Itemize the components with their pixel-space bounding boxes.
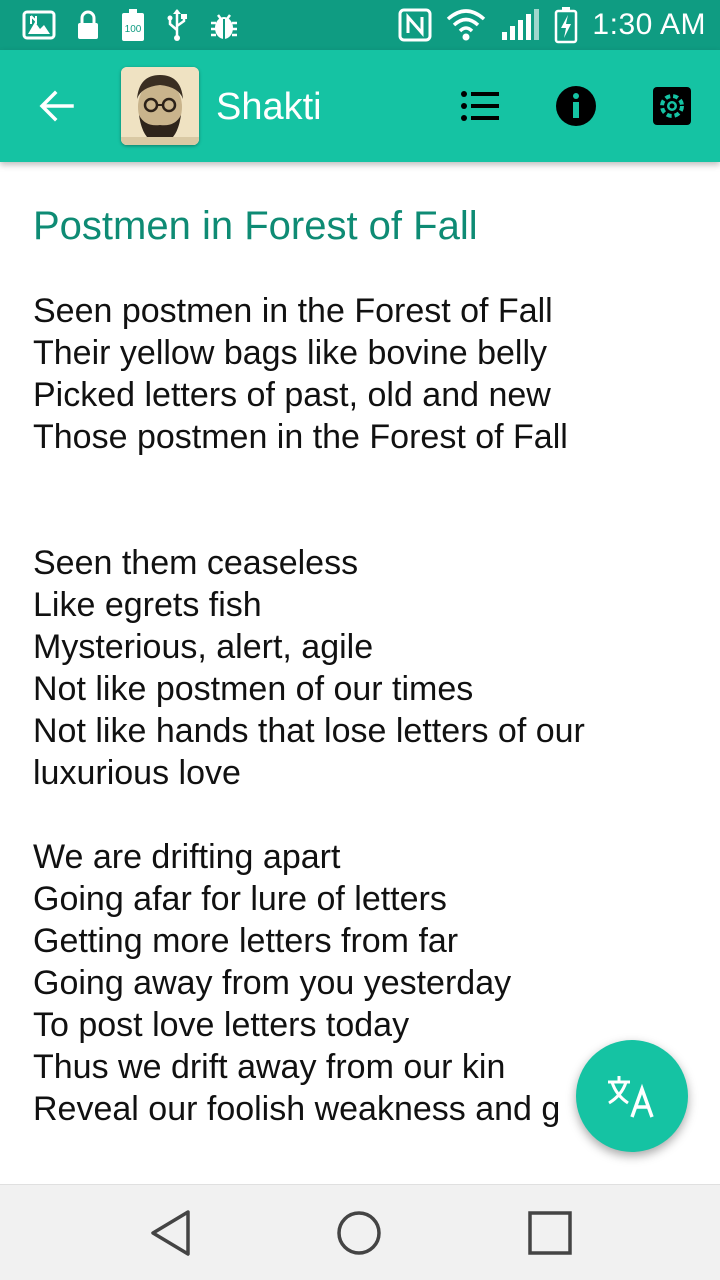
app-bar: Shakti [0,50,720,162]
stanza-2: Seen them ceaseless Like egrets fish Mys… [33,542,720,794]
system-nav-bar [0,1184,720,1280]
circle-home-icon [337,1211,381,1255]
poem-line: We are drifting apart [33,838,341,876]
app-title: Shakti [216,86,322,128]
lock-icon [76,9,100,41]
settings-button[interactable] [650,84,694,128]
poem-line: Picked letters of past, old and new [33,376,551,414]
settings-icon [653,87,691,125]
poem-line: luxurious love [33,754,241,792]
avatar [121,67,199,145]
back-button[interactable] [34,84,78,128]
info-button[interactable] [554,84,598,128]
battery-charging-icon [554,6,578,44]
debug-bug-icon [208,9,240,41]
arrow-back-icon [39,90,74,122]
poem-line: Going away from you yesterday [33,964,512,1002]
poem-line: Mysterious, alert, agile [33,628,374,666]
poem-line: Those postmen in the Forest of Fall [33,418,568,456]
status-time: 1:30 AM [592,8,706,41]
translate-fab-button[interactable] [576,1040,688,1152]
status-bar: 100 1:30 AM [0,0,720,50]
usb-icon [166,8,188,42]
status-right-icons: 1:30 AM [398,6,706,44]
signal-icon [500,8,540,42]
poem-line: Getting more letters from far [33,922,459,960]
list-icon [461,91,499,121]
gallery-icon [22,10,56,40]
poem-line: Not like postmen of our times [33,670,474,708]
nav-home-button[interactable] [333,1207,385,1259]
battery-percent-label: 100 [125,24,142,35]
battery-100-icon: 100 [120,8,146,42]
nav-back-button[interactable] [144,1207,196,1259]
poem-line: Going afar for lure of letters [33,880,447,918]
info-icon [556,86,596,126]
poem-line: Not like hands that lose letters of our [33,712,585,750]
square-recents-icon [528,1211,572,1255]
nfc-icon [398,8,432,42]
poem-line: Seen postmen in the Forest of Fall [33,292,553,330]
status-left-icons: 100 [22,8,240,42]
stanza-1: Seen postmen in the Forest of Fall Their… [33,290,720,458]
poem-line: Seen them ceaseless [33,544,359,582]
nav-recents-button[interactable] [524,1207,576,1259]
poem-line: To post love letters today [33,1006,410,1044]
triangle-back-icon [151,1210,190,1256]
poem-title: Postmen in Forest of Fall [33,204,478,248]
list-button[interactable] [458,84,502,128]
wifi-icon [446,9,486,41]
poem-line: Their yellow bags like bovine belly [33,334,548,372]
translate-icon [608,1076,654,1118]
poem-line: Like egrets fish [33,586,262,624]
poem-content[interactable]: Postmen in Forest of Fall Seen postmen i… [0,162,720,1184]
